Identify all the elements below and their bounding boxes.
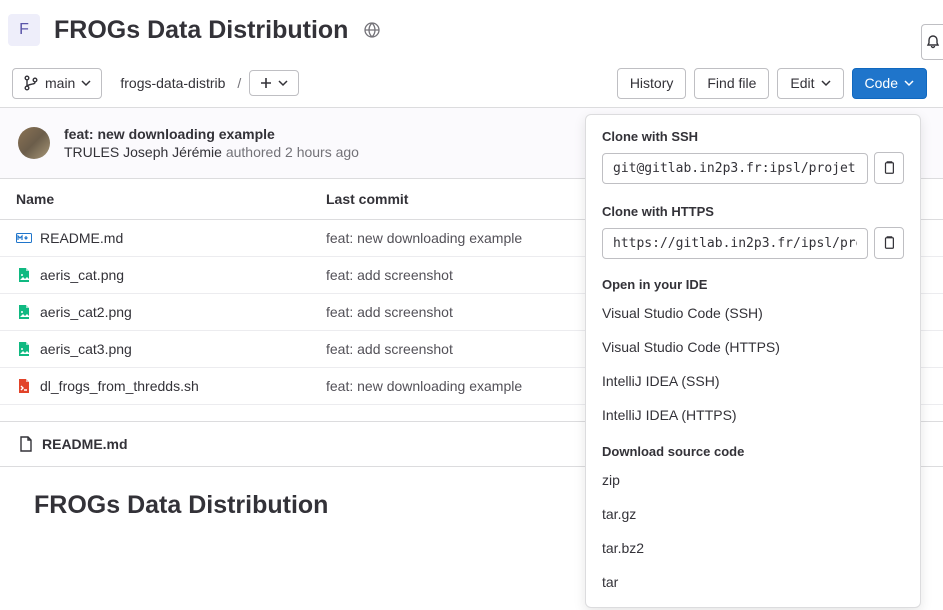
col-header-name: Name	[0, 179, 310, 220]
code-button[interactable]: Code	[852, 68, 927, 99]
clone-ssh-input[interactable]	[602, 153, 868, 184]
clone-ssh-label: Clone with SSH	[602, 129, 904, 144]
file-name: aeris_cat.png	[40, 267, 124, 283]
repo-toolbar: main frogs-data-distrib / History Find f…	[0, 60, 943, 108]
image-file-icon	[16, 341, 32, 357]
download-heading: Download source code	[586, 432, 920, 463]
project-header: F FROGs Data Distribution	[0, 0, 943, 60]
file-link[interactable]: dl_frogs_from_thredds.sh	[16, 378, 294, 394]
ide-option[interactable]: IntelliJ IDEA (SSH)	[586, 364, 920, 398]
find-file-button[interactable]: Find file	[694, 68, 769, 99]
code-dropdown: Clone with SSH Clone with HTTPS Open in …	[585, 114, 921, 608]
ide-option[interactable]: Visual Studio Code (SSH)	[586, 296, 920, 330]
file-name: aeris_cat3.png	[40, 341, 132, 357]
file-name: README.md	[40, 230, 123, 246]
file-link[interactable]: README.md	[16, 230, 294, 246]
chevron-down-icon	[904, 78, 914, 88]
clone-https-input[interactable]	[602, 228, 868, 259]
commit-meta: TRULES Joseph Jérémie authored 2 hours a…	[64, 144, 359, 160]
edit-label: Edit	[790, 75, 814, 92]
plus-icon	[260, 77, 272, 89]
project-avatar: F	[8, 14, 40, 46]
branch-label: main	[45, 75, 75, 92]
code-label: Code	[865, 75, 898, 92]
project-title: FROGs Data Distribution	[54, 16, 348, 45]
commit-author[interactable]: TRULES Joseph Jérémie	[64, 144, 222, 160]
edit-button[interactable]: Edit	[777, 68, 843, 99]
history-button[interactable]: History	[617, 68, 687, 99]
commit-time: 2 hours ago	[285, 144, 359, 160]
commit-title[interactable]: feat: new downloading example	[64, 126, 359, 142]
ide-option[interactable]: Visual Studio Code (HTTPS)	[586, 330, 920, 364]
ide-heading: Open in your IDE	[586, 265, 920, 296]
ide-option[interactable]: IntelliJ IDEA (HTTPS)	[586, 398, 920, 432]
download-option[interactable]: tar.bz2	[586, 531, 920, 565]
file-name: aeris_cat2.png	[40, 304, 132, 320]
image-file-icon	[16, 267, 32, 283]
clipboard-icon	[882, 161, 896, 175]
download-option[interactable]: tar	[586, 565, 920, 599]
file-name: dl_frogs_from_thredds.sh	[40, 378, 199, 394]
download-option[interactable]: tar.gz	[586, 497, 920, 531]
file-link[interactable]: aeris_cat.png	[16, 267, 294, 283]
author-avatar[interactable]	[18, 127, 50, 159]
shell-file-icon	[16, 378, 32, 394]
commit-authored-word: authored	[226, 144, 281, 160]
file-link[interactable]: aeris_cat2.png	[16, 304, 294, 320]
readme-filename: README.md	[42, 436, 128, 452]
image-file-icon	[16, 304, 32, 320]
copy-ssh-button[interactable]	[874, 152, 904, 184]
add-file-button[interactable]	[249, 70, 299, 96]
notification-button[interactable]	[921, 24, 943, 60]
markdown-icon	[16, 230, 32, 246]
globe-icon	[364, 22, 380, 38]
clipboard-icon	[882, 236, 896, 250]
chevron-down-icon	[821, 78, 831, 88]
branch-icon	[23, 75, 39, 91]
file-link[interactable]: aeris_cat3.png	[16, 341, 294, 357]
chevron-down-icon	[278, 78, 288, 88]
file-icon	[18, 436, 34, 452]
copy-https-button[interactable]	[874, 227, 904, 259]
download-option[interactable]: zip	[586, 463, 920, 497]
clone-https-label: Clone with HTTPS	[602, 204, 904, 219]
breadcrumb-separator: /	[237, 75, 241, 91]
breadcrumb-path[interactable]: frogs-data-distrib	[110, 69, 235, 97]
chevron-down-icon	[81, 78, 91, 88]
branch-selector[interactable]: main	[12, 68, 102, 99]
